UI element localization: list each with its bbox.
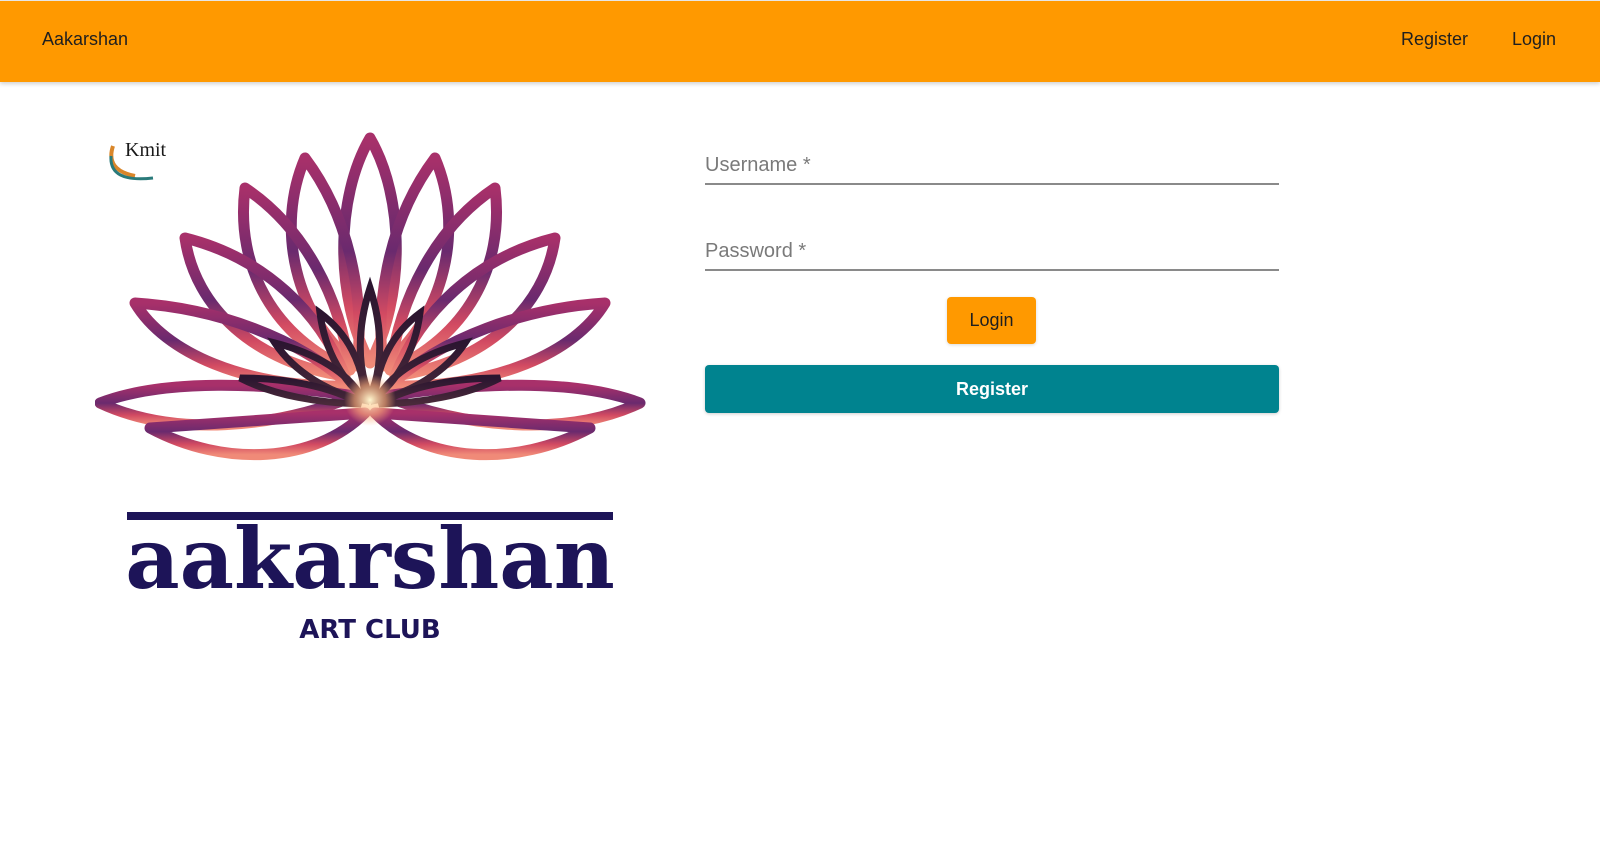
- aakarshan-logo: Kmit aakarshan ART CLUB: [95, 128, 665, 668]
- top-navbar: Aakarshan Register Login: [0, 0, 1600, 82]
- lotus-logo-graphic: Kmit aakarshan ART CLUB: [95, 132, 646, 645]
- password-input[interactable]: [705, 240, 1279, 263]
- nav-register-link[interactable]: Register: [1401, 29, 1468, 50]
- art-club-subtitle: ART CLUB: [299, 615, 440, 645]
- username-input[interactable]: [705, 154, 1279, 177]
- aakarshan-title: aakarshan: [125, 509, 615, 608]
- username-field: [705, 140, 1279, 185]
- brand-link[interactable]: Aakarshan: [42, 29, 128, 50]
- kmit-badge: Kmit: [109, 139, 167, 181]
- login-button[interactable]: Login: [947, 297, 1036, 344]
- kmit-text: Kmit: [125, 139, 167, 161]
- password-field: [705, 226, 1279, 271]
- nav-login-link[interactable]: Login: [1512, 29, 1556, 50]
- login-form: Login Register: [705, 140, 1279, 413]
- register-button[interactable]: Register: [705, 365, 1279, 413]
